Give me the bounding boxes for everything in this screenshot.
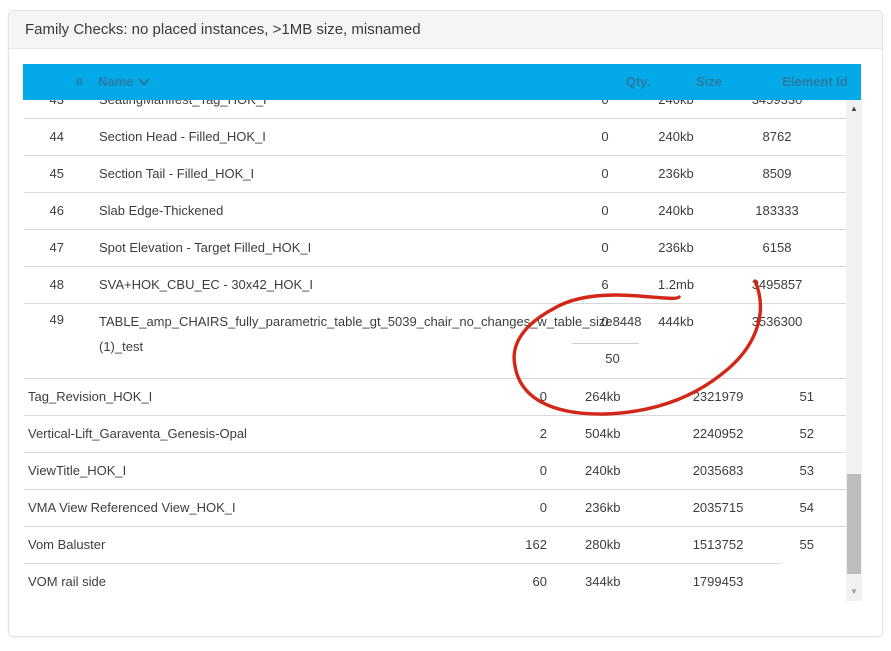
element-id-value: 3459330	[737, 100, 817, 118]
size-value: 240kb	[636, 100, 716, 118]
table-header: # Name Qty. Size Element Id	[23, 64, 861, 100]
qty-value: 6	[565, 267, 645, 303]
table-row: Vom Baluster 162 280kb 1513752 55	[24, 527, 846, 564]
family-name: Spot Elevation - Target Filled_HOK_I	[99, 230, 311, 266]
element-id-value: 8509	[737, 156, 817, 192]
row-number: 44	[24, 119, 64, 155]
size-value: 280kb	[585, 527, 665, 563]
table-row: Vertical-Lift_Garaventa_Genesis-Opal 2 5…	[24, 416, 846, 453]
row-number: 46	[24, 193, 64, 229]
family-checks-panel: Family Checks: no placed instances, >1MB…	[8, 10, 883, 637]
element-id-value: 8762	[737, 119, 817, 155]
element-id-value: 3536300	[737, 314, 817, 330]
qty-value: 2	[469, 416, 547, 452]
family-name-line1: TABLE_amp_CHAIRS_fully_parametric_table_…	[99, 314, 642, 330]
family-name: ViewTitle_HOK_I	[28, 453, 126, 489]
size-value-overlapping: 444kb	[636, 314, 716, 330]
qty-value: 0	[565, 230, 645, 266]
size-value: 344kb	[585, 564, 665, 600]
family-name: Slab Edge-Thickened	[99, 193, 223, 229]
qty-value: 60	[469, 564, 547, 600]
column-header-number[interactable]: #	[53, 64, 83, 100]
panel-header: Family Checks: no placed instances, >1MB…	[9, 11, 882, 49]
panel-title: Family Checks: no placed instances, >1MB…	[25, 11, 421, 49]
qty-value: 0	[469, 379, 547, 415]
table-row: 46 Slab Edge-Thickened 0 240kb 183333	[24, 193, 846, 230]
row-number: 52	[740, 416, 814, 452]
table-row: 48 SVA+HOK_CBU_EC - 30x42_HOK_I 6 1.2mb …	[24, 267, 846, 304]
element-id-value: 3495857	[737, 267, 817, 303]
family-name: VOM rail side	[28, 564, 106, 600]
size-value: 240kb	[636, 193, 716, 229]
scrollbar-up-icon[interactable]: ▲	[846, 101, 862, 117]
size-value: 236kb	[636, 230, 716, 266]
scrollbar-track[interactable]: ▲ ▼	[846, 100, 862, 601]
row-number: 53	[740, 453, 814, 489]
sort-descending-icon	[138, 65, 150, 101]
family-checks-screen: Family Checks: no placed instances, >1MB…	[0, 0, 891, 651]
row-number: 48	[24, 267, 64, 303]
size-value: 264kb	[585, 379, 665, 415]
row-number: 49	[24, 307, 64, 333]
qty-value: 0	[565, 193, 645, 229]
qty-value: 0	[565, 100, 645, 118]
qty-value: 0	[469, 490, 547, 526]
size-value: 504kb	[585, 416, 665, 452]
table-row-glitched: 49 TABLE_amp_CHAIRS_fully_parametric_tab…	[24, 304, 846, 379]
table-row: VMA View Referenced View_HOK_I 0 236kb 2…	[24, 490, 846, 527]
table-row: Tag_Revision_HOK_I 0 264kb 2321979 51	[24, 379, 846, 416]
family-name: Tag_Revision_HOK_I	[28, 379, 152, 415]
qty-value: 0	[565, 156, 645, 192]
size-value: 236kb	[636, 156, 716, 192]
qty-value: 0	[469, 453, 547, 489]
qty-value: 0	[565, 119, 645, 155]
table-row: 45 Section Tail - Filled_HOK_I 0 236kb 8…	[24, 156, 846, 193]
size-value: 240kb	[636, 119, 716, 155]
family-name: SeatingManifest_Tag_HOK_I	[99, 100, 267, 118]
size-value: 1.2mb	[636, 267, 716, 303]
table-row: ViewTitle_HOK_I 0 240kb 2035683 53	[24, 453, 846, 490]
column-header-size[interactable]: Size	[659, 64, 759, 100]
row-number: 51	[740, 379, 814, 415]
family-name-line2: (1)_test	[99, 339, 143, 355]
table-row: 47 Spot Elevation - Target Filled_HOK_I …	[24, 230, 846, 267]
family-name: Vom Baluster	[28, 527, 105, 563]
row-number: 43	[24, 100, 64, 118]
table-row: 44 Section Head - Filled_HOK_I 0 240kb 8…	[24, 119, 846, 156]
family-name: Section Tail - Filled_HOK_I	[99, 156, 254, 192]
row-number: 55	[740, 527, 814, 563]
family-name: Section Head - Filled_HOK_I	[99, 119, 266, 155]
element-id-value: 6158	[737, 230, 817, 266]
family-name: VMA View Referenced View_HOK_I	[28, 490, 236, 526]
row-number: 47	[24, 230, 64, 266]
family-name: Vertical-Lift_Garaventa_Genesis-Opal	[28, 416, 247, 452]
row-number: 54	[740, 490, 814, 526]
stray-row-number: 50	[565, 351, 660, 367]
table-row: VOM rail side 60 344kb 1799453	[24, 564, 846, 601]
element-id-value: 183333	[737, 193, 817, 229]
scrollbar-thumb[interactable]	[847, 474, 861, 574]
column-header-name[interactable]: Name	[98, 64, 150, 100]
size-value: 236kb	[585, 490, 665, 526]
family-name: SVA+HOK_CBU_EC - 30x42_HOK_I	[99, 267, 313, 303]
qty-value-overlapping: 0	[565, 314, 645, 330]
row-number: 45	[24, 156, 64, 192]
size-value: 240kb	[585, 453, 665, 489]
scrollbar-down-icon[interactable]: ▼	[846, 584, 862, 600]
row-number	[740, 564, 814, 600]
table-row: 43 SeatingManifest_Tag_HOK_I 0 240kb 345…	[24, 100, 846, 119]
qty-value: 162	[469, 527, 547, 563]
column-header-element-id[interactable]: Element Id	[755, 64, 875, 100]
glitch-separator	[572, 343, 639, 344]
table-scroll-area: 43 SeatingManifest_Tag_HOK_I 0 240kb 345…	[23, 100, 862, 601]
table-rows: 43 SeatingManifest_Tag_HOK_I 0 240kb 345…	[24, 100, 846, 601]
